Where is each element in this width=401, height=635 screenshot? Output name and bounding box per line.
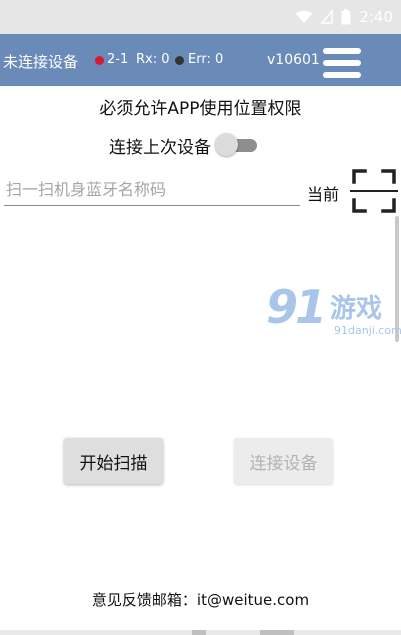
feedback-email: 意见反馈邮箱：it@weitue.com xyxy=(91,591,310,609)
navigation-bar-edge xyxy=(0,630,401,635)
connect-device-button[interactable]: 连接设备 xyxy=(234,438,333,484)
qr-scan-icon[interactable] xyxy=(350,167,398,215)
signal-icon xyxy=(321,10,334,24)
reconnect-toggle[interactable] xyxy=(215,132,259,158)
battery-icon xyxy=(341,9,351,25)
err-indicator-dot xyxy=(175,56,184,65)
current-label: 当前 xyxy=(307,185,340,204)
status-bar: 2:40 xyxy=(0,0,401,34)
watermark-url: 91danji.com xyxy=(334,324,401,337)
status-time: 2:40 xyxy=(359,8,393,26)
status-icons: 2:40 xyxy=(295,8,393,26)
reconnect-last-device-row: 连接上次设备 xyxy=(109,132,259,158)
rx-indicator-dot xyxy=(95,56,104,65)
watermark-mark: 91 xyxy=(266,280,327,334)
location-permission-notice: 必须允许APP使用位置权限 xyxy=(99,99,302,119)
scrollbar[interactable] xyxy=(395,216,399,342)
err-count: Err: 0 xyxy=(188,52,224,67)
bluetooth-name-input[interactable] xyxy=(4,173,300,206)
nav-key xyxy=(192,630,206,635)
reconnect-label: 连接上次设备 xyxy=(109,137,211,158)
watermark-brand: 游戏 xyxy=(330,294,383,324)
app-bar: 未连接设备 2-1 Rx: 0 Err: 0 v10601 xyxy=(0,34,401,86)
menu-line xyxy=(323,72,361,78)
watermark-logo: 91 游戏 91danji.com xyxy=(266,280,401,344)
app-version: v10601 xyxy=(267,52,320,68)
start-scan-button[interactable]: 开始扫描 xyxy=(64,438,163,484)
menu-line xyxy=(323,48,361,54)
nav-key xyxy=(260,630,294,635)
hamburger-menu-icon[interactable] xyxy=(323,48,361,78)
toggle-thumb xyxy=(215,133,238,156)
menu-line xyxy=(323,60,361,66)
rx-count: Rx: 0 xyxy=(136,52,170,67)
connection-state: 未连接设备 xyxy=(3,53,79,71)
channel-label: 2-1 xyxy=(107,52,129,67)
wifi-icon xyxy=(295,10,313,23)
